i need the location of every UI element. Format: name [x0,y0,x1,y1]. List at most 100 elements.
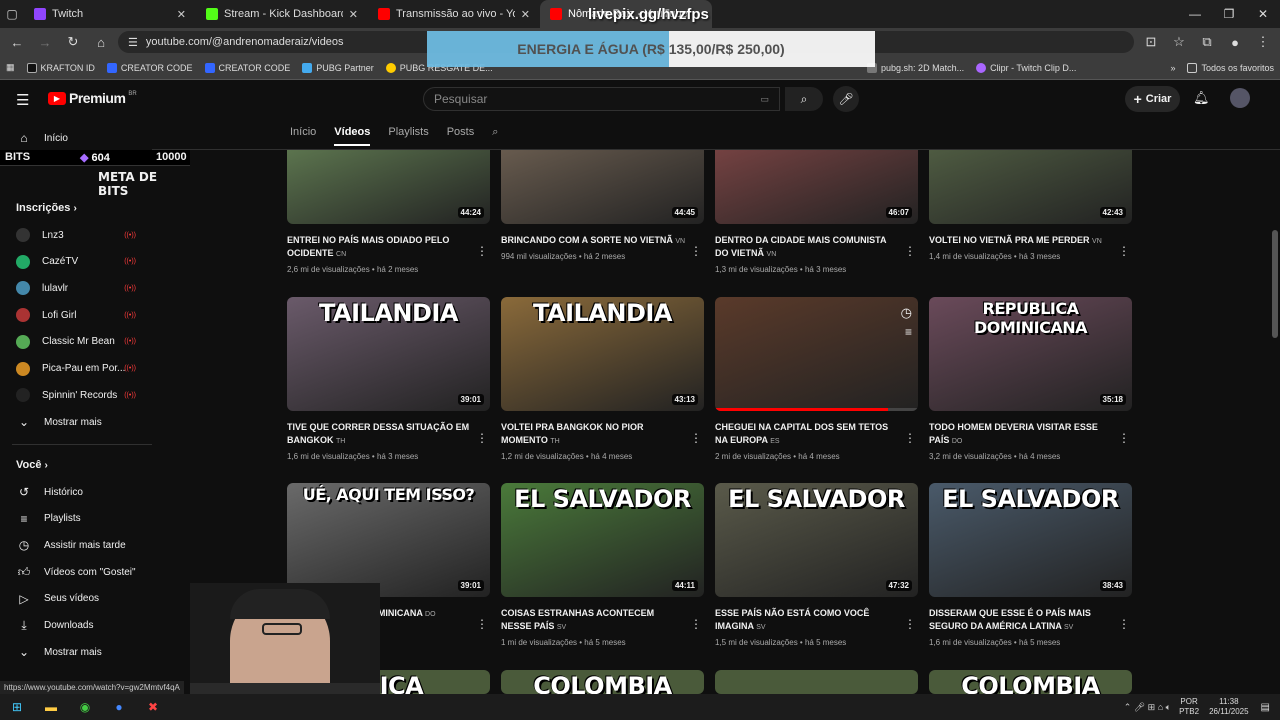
chevron-right-icon[interactable]: » [1170,63,1175,73]
video-card[interactable]: TAILANDIA 43:13 VOLTEI PRA BANGKOK NO PIOR… [501,297,704,461]
video-title[interactable]: DENTRO DA CIDADE MAIS COMUNISTA DO VIETN… [715,234,918,261]
apps-icon[interactable]: ▦ [6,62,15,73]
more-options-icon[interactable]: ⋮ [476,431,488,445]
video-thumbnail[interactable]: EL SALVADOR 38:43 [929,483,1132,597]
video-card[interactable]: EL SALVADOR 38:43 DISSERAM QUE ESSE É O PA… [929,483,1132,647]
subscriptions-heading[interactable]: Inscrições › [16,202,77,214]
video-card[interactable]: 42:43 VOLTEI NO VIETNÃ PRA ME PERDER VN ⋮ 1… [929,110,1132,261]
tab-youtube-live[interactable]: Transmissão ao vivo - YouTube ✕ [368,0,540,28]
bookmark-item[interactable]: Clipr - Twitch Clip D... [976,62,1076,73]
more-options-icon[interactable]: ⋮ [690,244,702,258]
search-icon[interactable]: ⌕ [492,126,498,146]
create-button[interactable]: + Criar [1125,86,1180,112]
bookmark-item[interactable]: CREATOR CODE [204,62,290,73]
you-heading[interactable]: Você › [16,459,48,471]
video-thumbnail[interactable]: REPUBLICA DOMINICANA 35:18 [929,297,1132,411]
tab-kick[interactable]: Stream - Kick Dashboard ✕ [196,0,368,28]
more-options-icon[interactable]: ⋮ [690,431,702,445]
tab-menu-icon[interactable]: ▢ [0,7,24,21]
tab-twitch[interactable]: Twitch ✕ [24,0,196,28]
home-icon[interactable]: ⌂ [90,35,112,50]
bookmark-star-icon[interactable]: ☆ [1168,34,1190,50]
add-to-queue-icon[interactable]: ≡ [905,325,912,339]
scrollbar-thumb[interactable] [1272,230,1278,338]
keyboard-language[interactable]: POR PTB2 [1179,697,1199,717]
all-bookmarks[interactable]: Todos os favoritos [1187,62,1274,73]
minimize-icon[interactable]: — [1178,0,1212,28]
more-options-icon[interactable]: ⋮ [904,617,916,631]
install-icon[interactable]: ⊡ [1140,34,1162,50]
youtube-premium-logo[interactable]: ▶ Premium BR [48,90,137,106]
sidebar-item-subscription[interactable]: Lnz3 ((•)) [16,225,152,245]
sidebar-item-you[interactable]: ↺ Histórico [16,482,152,502]
video-thumbnail[interactable]: 44:45 [501,150,704,224]
video-thumbnail[interactable]: UÉ, AQUI TEM ISSO? 39:01 [287,483,490,597]
sidebar-item-you[interactable]: ▷ Seus vídeos [16,589,152,609]
profile-icon[interactable]: ● [1224,35,1246,50]
video-card[interactable]: COLOMBIA [929,670,1132,694]
video-card[interactable]: 44:45 BRINCANDO COM A SORTE NO VIETNÃ VN ⋮… [501,110,704,261]
video-title[interactable]: TIVE QUE CORRER DESSA SITUAÇÃO EM BANGKO… [287,421,490,448]
more-options-icon[interactable]: ⋮ [476,244,488,258]
clock[interactable]: 11:38 26/11/2025 [1209,697,1248,717]
app-icon[interactable]: ✖ [136,700,170,714]
video-thumbnail[interactable]: EL SALVADOR 47:32 [715,483,918,597]
bell-icon[interactable]: 🔔︎ [1193,90,1210,106]
close-window-icon[interactable]: ✕ [1246,0,1280,28]
more-options-icon[interactable]: ⋮ [1118,431,1130,445]
video-thumbnail[interactable]: 42:43 [929,150,1132,224]
video-thumbnail[interactable]: TAILANDIA 43:13 [501,297,704,411]
video-title[interactable]: CHEGUEI NA CAPITAL DOS SEM TETOS NA EURO… [715,421,918,448]
video-card[interactable]: 44:24 ENTREI NO PAÍS MAIS ODIADO PELO OCI… [287,110,490,274]
sidebar-item-you[interactable]: ◷ Assistir mais tarde [16,535,152,555]
video-title[interactable]: BRINCANDO COM A SORTE NO VIETNÃ VN [501,234,704,248]
extensions-icon[interactable]: ⧉ [1196,34,1218,50]
video-title[interactable]: TODO HOMEM DEVERIA VISITAR ESSE PAÍS DO [929,421,1132,448]
more-options-icon[interactable]: ⋮ [690,617,702,631]
more-options-icon[interactable]: ⋮ [904,431,916,445]
sidebar-item-subscription[interactable]: lulavlr ((•)) [16,278,152,298]
sidebar-item-home[interactable]: ⌂ Início [16,128,152,148]
video-title[interactable]: VOLTEI NO VIETNÃ PRA ME PERDER VN [929,234,1132,248]
video-thumbnail[interactable]: COLOMBIA [929,670,1132,694]
more-options-icon[interactable]: ⋮ [904,244,916,258]
sidebar-item-subscription[interactable]: Spinnin' Records ((•)) [16,385,152,405]
forward-icon[interactable]: → [34,35,56,50]
reload-icon[interactable]: ↻ [62,34,84,50]
sidebar-item-subscription[interactable]: Pica-Pau em Por... ((•)) [16,359,152,379]
more-options-icon[interactable]: ⋮ [1118,617,1130,631]
bookmark-item[interactable]: pubg.sh: 2D Match... [867,62,964,73]
menu-dots-icon[interactable]: ⋮ [1252,34,1274,50]
mute-icon[interactable]: ✕ [349,8,358,21]
site-info-icon[interactable]: ☰ [128,36,138,49]
more-options-icon[interactable]: ⋮ [476,617,488,631]
sidebar-item-subscription[interactable]: Classic Mr Bean ((•)) [16,332,152,352]
close-icon[interactable]: ✕ [521,8,530,21]
video-title[interactable]: COISAS ESTRANHAS ACONTECEM NESSE PAÍS SV [501,607,704,634]
video-title[interactable]: ESSE PAÍS NÃO ESTÁ COMO VOCÊ IMAGINA SV [715,607,918,634]
video-card[interactable]: ◷ ≡ CHEGUEI NA CAPITAL DOS SEM TETOS NA EU… [715,297,918,461]
voice-search-button[interactable]: 🎤︎ [833,86,859,112]
more-options-icon[interactable]: ⋮ [1118,244,1130,258]
close-icon[interactable]: ✕ [177,8,186,21]
video-thumbnail[interactable]: TAILANDIA 39:01 [287,297,490,411]
search-input[interactable]: Pesquisar ▭ [423,87,780,111]
video-card[interactable]: TAILANDIA 39:01 TIVE QUE CORRER DESSA SITU… [287,297,490,461]
app-icon[interactable]: ● [102,700,136,714]
video-card[interactable]: COLOMBIA [501,670,704,694]
restore-icon[interactable]: ❐ [1212,0,1246,28]
video-card[interactable] [715,670,918,694]
sidebar-item-you[interactable]: ⌄ Mostrar mais [16,642,152,662]
avatar[interactable] [1230,88,1250,108]
tray-icons[interactable]: ⌃ 🎤︎ ⊞ ⌂ 🔈︎ [1124,702,1171,713]
video-title[interactable]: VOLTEI PRA BANGKOK NO PIOR MOMENTO TH [501,421,704,448]
bookmark-item[interactable]: CREATOR CODE [106,62,193,73]
video-thumbnail[interactable]: COLOMBIA [501,670,704,694]
video-card[interactable]: 46:07 DENTRO DA CIDADE MAIS COMUNISTA DO … [715,110,918,274]
back-icon[interactable]: ← [6,35,28,50]
notification-icon[interactable]: ▤ [1261,702,1270,713]
file-explorer-icon[interactable]: ▬ [34,700,68,714]
video-thumbnail[interactable]: 44:24 [287,150,490,224]
bookmark-item[interactable]: PUBG Partner [302,62,374,73]
video-card[interactable]: EL SALVADOR 47:32 ESSE PAÍS NÃO ESTÁ COMO … [715,483,918,647]
